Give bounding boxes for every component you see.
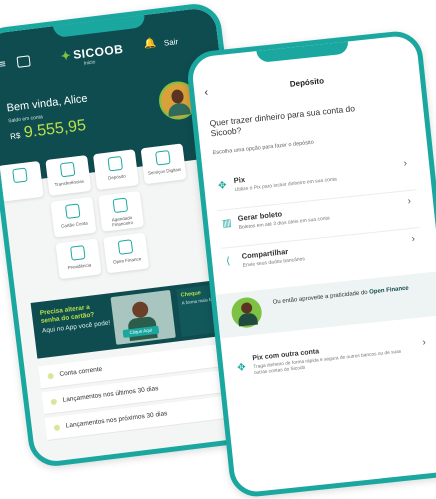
services-icon [155, 150, 171, 166]
calendar-icon [112, 197, 129, 214]
barcode-icon: ▥ [221, 217, 233, 230]
deposit-header: ‹ Depósito [194, 64, 421, 108]
option-pix-other-account[interactable]: ✥ Pix com outra conta Traga dinheiro de … [232, 334, 435, 391]
open-finance-text: Ou então aproveite a praticidade do Open… [272, 285, 410, 306]
chevron-right-icon: › [410, 233, 416, 245]
top-bar: ≡ ✦SICOOB 🔔 Sair Inicio [0, 28, 219, 80]
chevron-right-icon: › [403, 158, 408, 170]
option-title: Pix [233, 175, 246, 186]
share-icon: ⟨ [225, 256, 231, 268]
open-finance-avatar [230, 296, 264, 330]
pix-icon: ✥ [236, 361, 247, 374]
phone-notch [256, 39, 350, 64]
page-title: Depósito [289, 76, 325, 89]
tile-transferencias[interactable]: Transferências [45, 155, 92, 196]
tile-agendado[interactable]: Agendado Financeiro [98, 190, 145, 232]
sicoob-mark-icon: ✦ [59, 48, 73, 64]
tile-deposito[interactable]: Depósito [92, 149, 140, 191]
bell-icon[interactable]: 🔔 [143, 38, 157, 50]
deposit-hint: Escolha uma opção para fazer o depósito [212, 139, 315, 157]
card-icon [64, 203, 81, 219]
tile-0[interactable] [0, 160, 44, 202]
currency: R$ [9, 131, 21, 142]
exit-button[interactable]: Sair [163, 37, 178, 48]
dot-icon [53, 424, 61, 432]
promo2-title: Cheque [180, 290, 202, 299]
transfer-icon [59, 161, 76, 178]
deposit-icon [107, 155, 124, 172]
ticket-icon[interactable] [16, 55, 31, 68]
tile-servicos[interactable]: Serviços Digitais [140, 143, 187, 185]
dot-icon [50, 398, 58, 406]
brand-text: SICOOB [72, 41, 125, 62]
tile-cartao[interactable]: Cartão Conta [50, 196, 97, 238]
promo-image [110, 289, 176, 345]
brand-subtitle: Inicio [83, 59, 96, 67]
menu-icon[interactable]: ≡ [0, 58, 6, 71]
chevron-right-icon: › [407, 195, 412, 208]
open-finance-highlight: Open Finance [368, 285, 410, 296]
greeting: Bem vinda, Alice [5, 92, 89, 115]
tile-icon [12, 167, 28, 184]
open-finance-icon [117, 239, 134, 255]
option-desc: Utilize o Pix para incluir dinheiro em s… [234, 176, 338, 194]
tile-previdencia[interactable]: Previdência [55, 238, 102, 280]
tile-open-finance[interactable]: Open Finance [103, 232, 150, 274]
deposit-question: Quer trazer dinheiro para sua conta do S… [209, 103, 356, 139]
dot-icon [47, 372, 54, 380]
umbrella-icon [70, 245, 86, 261]
pix-icon: ✥ [217, 179, 228, 192]
chevron-right-icon: › [421, 337, 427, 349]
